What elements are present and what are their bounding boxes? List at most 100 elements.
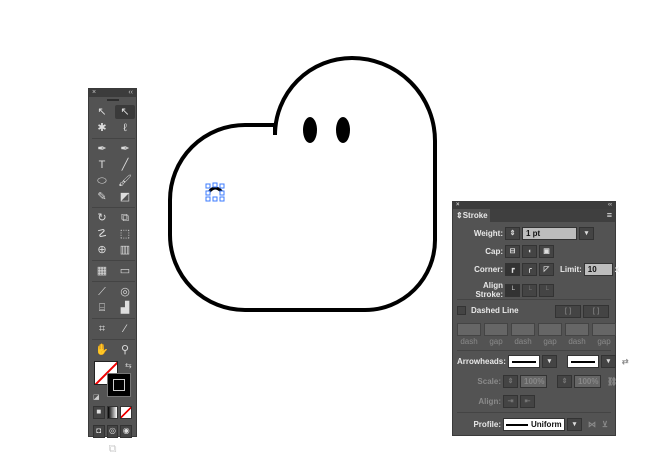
dashed-line-checkbox[interactable]	[457, 306, 466, 315]
end-arrowhead-select[interactable]	[566, 355, 599, 368]
collapse-icon[interactable]: ‹‹	[128, 89, 133, 97]
warp-tool[interactable]: ☡	[92, 227, 112, 241]
align-stroke-label: Align Stroke:	[475, 281, 503, 299]
start-arrowhead-dropdown[interactable]: ▾	[541, 355, 557, 368]
artboard-tool[interactable]: ⌗	[92, 322, 112, 336]
start-scale-input[interactable]: 100%	[520, 375, 547, 388]
arrow-place-button[interactable]: ⇤	[520, 395, 535, 408]
curvature-tool[interactable]: ✒	[115, 142, 135, 156]
direct-selection-tool[interactable]: ↖	[115, 105, 135, 119]
weight-stepper[interactable]: ⇕	[505, 227, 520, 240]
mesh-tool[interactable]: ▦	[92, 264, 112, 278]
profile-label: Profile:	[473, 420, 501, 429]
bevel-join-button[interactable]: ◸	[539, 263, 554, 276]
blend-tool[interactable]: ◎	[115, 285, 135, 299]
swap-icon[interactable]: ⇆	[125, 361, 132, 370]
left-eye[interactable]	[303, 117, 317, 143]
color-mode-icon[interactable]: ■	[93, 406, 105, 419]
profile-dropdown[interactable]: ▾	[567, 418, 582, 431]
none-mode-icon[interactable]	[120, 406, 133, 419]
selection-tool[interactable]: ↖	[92, 105, 112, 119]
shape-builder-tool[interactable]: ⊕	[92, 243, 112, 257]
gradient-tool[interactable]: ▭	[115, 264, 135, 278]
limit-input[interactable]: 10	[583, 263, 613, 276]
pen-tool[interactable]: ✒	[92, 142, 112, 156]
zoom-tool[interactable]: ⚲	[115, 343, 135, 357]
rotate-tool[interactable]: ↻	[92, 211, 112, 225]
perspective-grid-tool[interactable]: ▥	[115, 243, 135, 257]
weight-label: Weight:	[473, 229, 503, 238]
paintbrush-tool[interactable]: 🖌	[115, 174, 135, 188]
dash-label: dash	[514, 337, 532, 346]
align-dash-button[interactable]: [ ]	[583, 305, 609, 318]
tool-separator	[92, 339, 135, 340]
gradient-mode-icon[interactable]	[106, 406, 119, 419]
preserve-dash-button[interactable]: [ ]	[555, 305, 581, 318]
lasso-tool[interactable]: ℓ	[115, 121, 135, 135]
dash-input[interactable]	[457, 323, 481, 336]
gap-input[interactable]	[592, 323, 616, 336]
butt-cap-button[interactable]: ⊟	[505, 245, 520, 258]
round-cap-button[interactable]: ◖	[522, 245, 537, 258]
limit-label: Limit:	[560, 265, 582, 274]
scale-tool[interactable]: ⧉	[115, 211, 135, 225]
start-arrowhead-select[interactable]	[507, 355, 540, 368]
stroke-panel: × ‹‹ ⇕Stroke ≡ Weight: ⇕ 1 pt ▾ Cap: ⊟ ◖ ▣ Corne…	[452, 201, 629, 436]
dash-input[interactable]	[511, 323, 535, 336]
gap-input[interactable]	[538, 323, 562, 336]
arrow-extend-button[interactable]: ⇥	[503, 395, 518, 408]
align-outside-button[interactable]: └	[539, 283, 554, 297]
gap-input[interactable]	[484, 323, 508, 336]
projecting-cap-button[interactable]: ▣	[539, 245, 554, 258]
column-graph-tool[interactable]: ▟	[115, 301, 135, 315]
magic-wand-tool[interactable]: ✱	[92, 121, 112, 135]
ellipse-tool[interactable]: ⬭	[92, 174, 112, 188]
type-tool[interactable]: T	[92, 158, 112, 172]
round-join-button[interactable]: ╭	[522, 263, 537, 276]
close-icon[interactable]: ×	[92, 89, 96, 97]
eyedropper-tool[interactable]: ⟋	[92, 285, 112, 299]
flip-across-icon[interactable]: ⊻	[602, 420, 608, 429]
tool-separator	[92, 260, 135, 261]
end-scale-input[interactable]: 100%	[574, 375, 601, 388]
draw-behind-icon[interactable]: ◎	[106, 425, 119, 438]
free-transform-tool[interactable]: ⬚	[115, 227, 135, 241]
default-colors-icon[interactable]: ◪	[93, 393, 100, 401]
profile-select[interactable]: Uniform	[503, 418, 565, 431]
link-scale-icon[interactable]: ⛓	[607, 377, 617, 386]
line-tool[interactable]: ╱	[115, 158, 135, 172]
hand-tool[interactable]: ✋	[92, 343, 112, 357]
tools-panel-titlebar[interactable]: × ‹‹	[89, 89, 136, 97]
arrowheads-label: Arrowheads:	[457, 357, 506, 366]
collapse-icon[interactable]: ‹‹	[608, 202, 612, 209]
draw-normal-icon[interactable]: ◘	[93, 425, 105, 438]
swap-arrowheads-icon[interactable]: ⇄	[622, 357, 629, 366]
right-eye[interactable]	[336, 117, 350, 143]
end-arrowhead-dropdown[interactable]: ▾	[600, 355, 616, 368]
align-center-button[interactable]: └	[505, 283, 520, 297]
tool-separator	[92, 318, 135, 319]
end-scale-stepper[interactable]: ⇕	[557, 375, 572, 388]
weight-dropdown[interactable]: ▾	[579, 227, 594, 240]
miter-join-button[interactable]: ┏	[505, 263, 520, 276]
symbol-sprayer-tool[interactable]: ⌸	[92, 301, 112, 315]
panel-menu-icon[interactable]: ≡	[607, 210, 612, 220]
fill-stroke-swatches: ⇆ ◪	[92, 361, 133, 403]
draw-inside-icon[interactable]: ◉	[120, 425, 133, 438]
stroke-panel-titlebar[interactable]: × ‹‹	[453, 202, 615, 209]
dash-input[interactable]	[565, 323, 589, 336]
tools-panel: × ‹‹ ↖ ↖ ✱ ℓ ✒ ✒ T ╱ ⬭ 🖌 ✎ ◩ ↻ ⧉ ☡ ⬚ ⊕ ▥ ▦ ▭ ⟋ ◎ ⌸ ▟ ⌗ ⁄ ✋ ⚲ ⇆ ◪ ■ ◘…	[88, 88, 137, 455]
start-scale-stepper[interactable]: ⇕	[503, 375, 518, 388]
tab-stroke[interactable]: ⇕Stroke	[453, 209, 490, 222]
close-icon[interactable]: ×	[456, 202, 460, 209]
flip-along-icon[interactable]: ⋈	[588, 420, 596, 429]
slice-tool[interactable]: ⁄	[115, 322, 135, 336]
dash-label: dash	[568, 337, 586, 346]
weight-input[interactable]: 1 pt	[522, 227, 577, 240]
pencil-tool[interactable]: ✎	[92, 190, 112, 204]
corner-label: Corner:	[474, 265, 503, 274]
stroke-swatch[interactable]	[107, 373, 131, 397]
align-inside-button[interactable]: └	[522, 283, 537, 297]
screen-mode-icon[interactable]: ⧉	[89, 443, 136, 456]
eraser-tool[interactable]: ◩	[115, 190, 135, 204]
